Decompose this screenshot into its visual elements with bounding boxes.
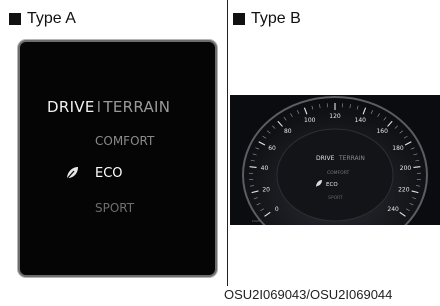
terrain-tab-label: TERRAIN <box>103 98 171 116</box>
b-mode-sport: SPORT <box>328 195 343 201</box>
type-a-drive-mode-title: DRIVE I TERRAIN <box>47 98 170 116</box>
speed-tick-label: 180 <box>392 145 404 152</box>
speedometer: 020406080100120140160180200220240 DRIVE … <box>230 95 440 225</box>
speed-tick-label: 80 <box>284 128 292 135</box>
b-mode-eco: ECO <box>326 182 338 188</box>
square-bullet-icon <box>233 13 245 25</box>
square-bullet-icon <box>9 13 21 25</box>
type-a-screen <box>20 42 215 275</box>
panel-divider <box>227 0 228 286</box>
speed-unit: km/h <box>252 219 260 223</box>
mode-comfort: COMFORT <box>95 134 155 148</box>
title-separator: I <box>96 98 102 116</box>
mode-sport: SPORT <box>95 201 135 215</box>
speed-tick-label: 220 <box>398 186 410 193</box>
drive-tab-label: DRIVE <box>47 98 95 116</box>
speed-tick-label: 0 <box>275 206 279 213</box>
b-mode-comfort: COMFORT <box>327 170 349 176</box>
type-b-label-text: Type B <box>251 10 301 27</box>
type-b-label: Type B <box>233 10 301 28</box>
speed-tick-label: 120 <box>329 113 341 120</box>
speed-tick-label: 60 <box>268 145 276 152</box>
speed-tick-label: 160 <box>376 128 388 135</box>
type-a-label-text: Type A <box>27 10 76 27</box>
b-terrain-label: TERRAIN <box>338 155 365 162</box>
type-b-cluster: 0 20 40 60 80 100 120 140 160 180 200 220 240 DRIVE … <box>230 95 440 225</box>
figure-caption: OSU2I069043/OSU2I069044 <box>224 287 393 302</box>
speed-tick-label: 240 <box>387 206 399 213</box>
mode-eco: ECO <box>95 166 123 181</box>
speed-tick-label: 140 <box>355 117 367 124</box>
speed-tick-label: 20 <box>262 186 270 193</box>
b-drive-label: DRIVE <box>316 155 335 162</box>
speed-tick-label: 40 <box>261 165 269 172</box>
leaf-icon <box>65 167 78 181</box>
speed-tick-label: 100 <box>304 117 316 124</box>
type-a-label: Type A <box>9 10 76 28</box>
speed-tick-label: 200 <box>400 165 412 172</box>
